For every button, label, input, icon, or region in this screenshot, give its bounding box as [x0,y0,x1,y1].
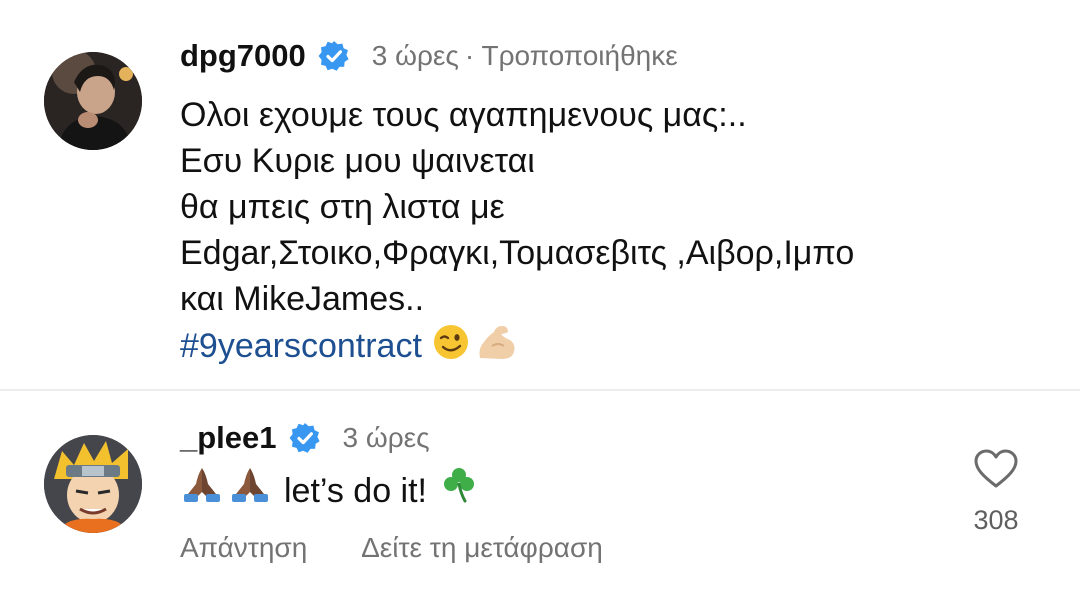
comment-header: dpg7000 3 ώρες · Τροποποιήθηκε [180,34,678,78]
username[interactable]: dpg7000 [180,38,306,74]
like-count: 308 [973,505,1019,535]
comment-dpg7000: dpg7000 3 ώρες · Τροποποιήθηκε Ολοι εχου… [0,0,1080,390]
comment-text: let’s do it! [180,464,479,518]
comment-line: Edgar,Στοικο,Φραγκι,Τομασεβιτς ,Αιβορ,Ιμ… [180,234,855,272]
avatar[interactable] [44,52,142,150]
timestamp: 3 ώρες [342,422,430,453]
verified-badge-icon [289,422,321,454]
reply-text: let’s do it! [284,472,428,510]
shamrock-icon [439,464,479,518]
comment-line: θα μπεις στη λιστα με [180,188,505,226]
timestamp: 3 ώρες [371,40,459,71]
like-control: 308 [966,448,1026,536]
comment-actions: Απάντηση Δείτε τη μετάφραση [180,532,603,564]
edited-label: · Τροποποιήθηκε [464,40,678,71]
comment-line: Ολοι εχουμε τους αγαπημενους μας:.. [180,96,747,134]
hashtag-line: #9yearscontract [180,322,854,368]
flexed-biceps-icon [474,322,518,374]
comment-text: Ολοι εχουμε τους αγαπημενους μας:.. Εσυ … [180,92,854,368]
comment-line: και MikeJames.. [180,280,425,318]
winking-face-icon [432,323,470,373]
hashtag-link[interactable]: #9yearscontract [180,327,422,365]
comment-plee1: _plee1 3 ώρες let’s do it! Απάντηση Δείτ… [0,392,1080,590]
folded-hands-icon [228,464,272,518]
comment-line: Εσυ Κυριε μου ψαινεται [180,142,535,180]
folded-hands-icon [180,464,224,518]
avatar[interactable] [44,435,142,533]
verified-badge-icon [318,40,350,72]
username[interactable]: _plee1 [180,420,277,456]
comment-header: _plee1 3 ώρες [180,416,430,460]
reply-button[interactable]: Απάντηση [180,532,307,563]
divider [0,389,1080,391]
heart-icon[interactable] [966,448,1026,495]
see-translation-button[interactable]: Δείτε τη μετάφραση [361,532,603,563]
